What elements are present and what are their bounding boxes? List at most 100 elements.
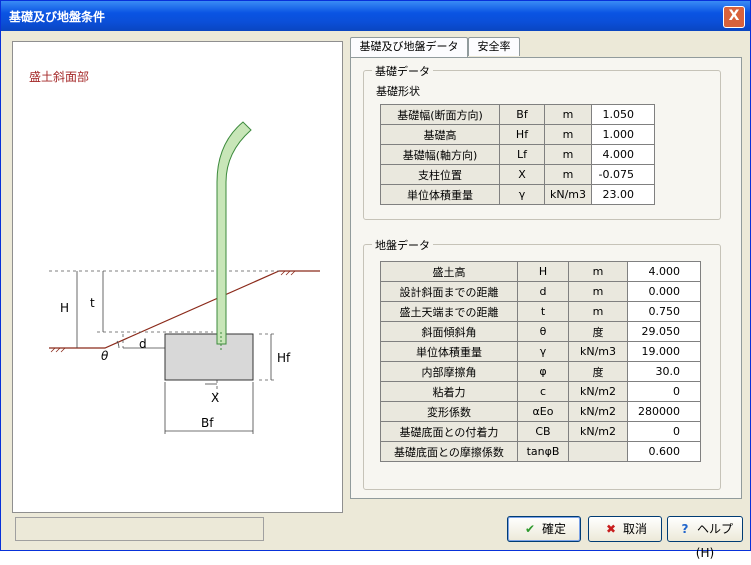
row-label: 設計斜面までの距離 (380, 281, 518, 302)
row-label: 単位体積重量 (380, 341, 518, 362)
row-label: 基礎幅(断面方向) (380, 104, 500, 125)
row-symbol: c (517, 381, 569, 402)
value-cell[interactable]: 0.000 (627, 281, 701, 302)
table-row: 斜面傾斜角 θ 度 29.050 (380, 321, 701, 342)
cancel-button[interactable]: ✖ 取消 (588, 516, 662, 542)
status-field (15, 517, 264, 541)
row-unit: 度 (568, 321, 628, 342)
row-unit: m (568, 261, 628, 282)
row-label: 盛土高 (380, 261, 518, 282)
dim-d: d (139, 337, 147, 351)
table-row: 盛土天端までの距離 t m 0.750 (380, 301, 701, 322)
row-symbol: tanφB (517, 441, 569, 462)
row-label: 変形係数 (380, 401, 518, 422)
close-button[interactable]: X (723, 6, 745, 28)
post-shape (216, 121, 252, 345)
table-row: 盛土高 H m 4.000 (380, 261, 701, 282)
help-button[interactable]: ? ヘルプ(H) (667, 516, 743, 560)
value-cell[interactable]: 29.050 (627, 321, 701, 342)
value-cell[interactable]: 280000 (627, 401, 701, 422)
ground-table: 盛土高 H m 4.000 設計斜面までの距離 d m 0.000 盛土天端まで… (380, 261, 701, 462)
row-label: 支柱位置 (380, 164, 500, 185)
table-row: 内部摩擦角 φ 度 30.0 (380, 361, 701, 382)
close-icon: X (728, 8, 740, 24)
dim-Bf: Bf (201, 416, 214, 430)
value-cell[interactable]: -0.075 (591, 164, 655, 185)
foundation-subtitle: 基礎形状 (376, 85, 420, 98)
row-symbol: Lf (499, 144, 545, 165)
x-icon: ✖ (605, 522, 617, 536)
row-label: 基礎高 (380, 124, 500, 145)
row-unit: kN/m2 (568, 421, 628, 442)
row-unit: m (568, 301, 628, 322)
table-row: 基礎幅(断面方向) Bf m 1.050 (380, 104, 655, 125)
row-label: 斜面傾斜角 (380, 321, 518, 342)
row-symbol: X (499, 164, 545, 185)
value-cell[interactable]: 30.0 (627, 361, 701, 382)
row-label: 基礎幅(軸方向) (380, 144, 500, 165)
row-symbol: φ (517, 361, 569, 382)
row-unit: m (544, 104, 592, 125)
row-symbol: CB (517, 421, 569, 442)
check-icon: ✔ (524, 522, 536, 536)
table-row: 基礎底面との付着力 CB kN/m2 0 (380, 421, 701, 442)
ok-label: 確定 (541, 522, 566, 536)
dim-X: X (211, 391, 219, 405)
dim-t: t (90, 296, 95, 310)
foundation-diagram: H t d θ Hf X Bf (49, 121, 320, 434)
diagram-panel: 盛土斜面部 H t d θ Hf X Bf (12, 41, 343, 513)
row-symbol: Bf (499, 104, 545, 125)
row-symbol: t (517, 301, 569, 322)
row-unit: kN/m3 (568, 341, 628, 362)
value-cell[interactable]: 0.750 (627, 301, 701, 322)
value-cell[interactable]: 23.00 (591, 184, 655, 205)
help-label: ヘルプ(H) (695, 522, 733, 560)
row-symbol: H (517, 261, 569, 282)
cancel-label: 取消 (622, 522, 647, 536)
table-row: 粘着力 c kN/m2 0 (380, 381, 701, 402)
value-cell[interactable]: 0 (627, 421, 701, 442)
ground-group-title: 地盤データ (372, 237, 433, 253)
table-row: 設計斜面までの距離 d m 0.000 (380, 281, 701, 302)
value-cell[interactable]: 1.000 (591, 124, 655, 145)
dialog-window: 基礎及び地盤条件 X 盛土斜面部 H t d θ Hf X Bf 基礎及び地盤デ… (0, 0, 751, 560)
row-symbol: αEo (517, 401, 569, 422)
row-unit: m (568, 281, 628, 302)
row-unit: 度 (568, 361, 628, 382)
row-label: 内部摩擦角 (380, 361, 518, 382)
value-cell[interactable]: 1.050 (591, 104, 655, 125)
row-unit: m (544, 144, 592, 165)
row-unit: kN/m3 (544, 184, 592, 205)
value-cell[interactable]: 4.000 (627, 261, 701, 282)
foundation-table: 基礎幅(断面方向) Bf m 1.050 基礎高 Hf m 1.000 基礎幅(… (380, 104, 655, 205)
row-unit: kN/m2 (568, 381, 628, 402)
row-symbol: d (517, 281, 569, 302)
row-unit (568, 441, 628, 462)
row-symbol: θ (517, 321, 569, 342)
foundation-group: 基礎データ 基礎形状 基礎幅(断面方向) Bf m 1.050 基礎高 Hf m… (363, 63, 721, 220)
row-label: 盛土天端までの距離 (380, 301, 518, 322)
row-unit: m (544, 124, 592, 145)
tab-foundation-ground[interactable]: 基礎及び地盤データ (350, 37, 468, 58)
title-bar[interactable]: 基礎及び地盤条件 X (1, 1, 750, 31)
row-label: 単位体積重量 (380, 184, 500, 205)
row-unit: kN/m2 (568, 401, 628, 422)
window-title: 基礎及び地盤条件 (9, 10, 106, 24)
row-label: 粘着力 (380, 381, 518, 402)
value-cell[interactable]: 0.600 (627, 441, 701, 462)
row-symbol: Hf (499, 124, 545, 145)
row-symbol: γ (499, 184, 545, 205)
tab-safety-factor[interactable]: 安全率 (468, 37, 520, 56)
tab-panel: 基礎データ 基礎形状 基礎幅(断面方向) Bf m 1.050 基礎高 Hf m… (350, 57, 742, 499)
dim-H: H (60, 301, 69, 315)
table-row: 単位体積重量 γ kN/m3 19.000 (380, 341, 701, 362)
row-symbol: γ (517, 341, 569, 362)
table-row: 単位体積重量 γ kN/m3 23.00 (380, 184, 655, 205)
value-cell[interactable]: 19.000 (627, 341, 701, 362)
value-cell[interactable]: 0 (627, 381, 701, 402)
ok-button[interactable]: ✔ 確定 (507, 516, 581, 542)
row-label: 基礎底面との付着力 (380, 421, 518, 442)
dim-theta: θ (101, 349, 109, 363)
value-cell[interactable]: 4.000 (591, 144, 655, 165)
table-row: 基礎高 Hf m 1.000 (380, 124, 655, 145)
